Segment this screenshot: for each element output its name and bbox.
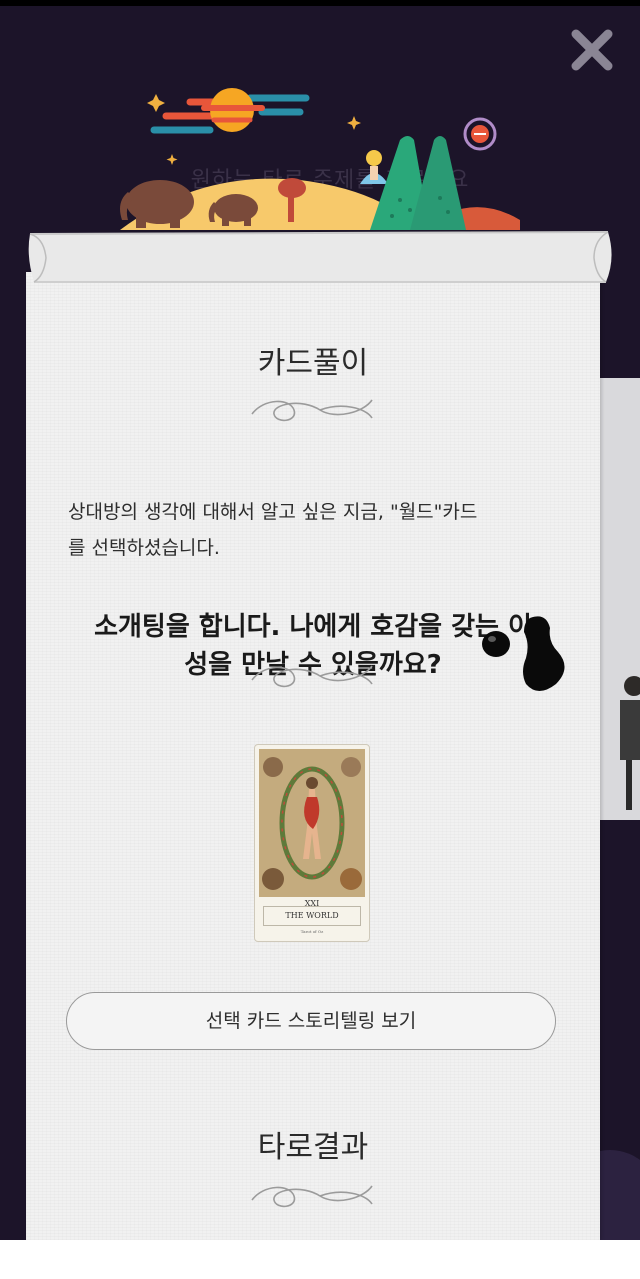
flourish-divider xyxy=(246,392,378,426)
ink-blot-icon xyxy=(482,616,565,691)
card-name: THE WORLD xyxy=(263,906,361,926)
status-strip xyxy=(0,0,640,6)
tarot-card[interactable]: XXI THE WORLD Tarot of Oz xyxy=(254,744,370,942)
background-person xyxy=(620,676,640,810)
flourish-divider xyxy=(246,658,378,692)
scroll-roll xyxy=(28,231,612,283)
storytelling-button[interactable]: 선택 카드 스토리텔링 보기 xyxy=(66,992,556,1050)
intro-line: 를 선택하셨습니다. xyxy=(68,537,220,559)
card-deck-name: Tarot of Oz xyxy=(300,929,324,934)
flourish-divider xyxy=(246,1178,378,1212)
character-icon xyxy=(360,150,388,184)
reading-title: 카드풀이 xyxy=(257,346,369,381)
app-screen: 원하는 타로 주제를 고르세요 카드풀이 상대방의 생각에 대해서 알고 싶은 … xyxy=(0,0,640,1240)
tarot-card-art xyxy=(259,749,365,897)
header-illustration xyxy=(120,88,520,230)
result-title: 타로결과 xyxy=(257,1130,369,1165)
result-scroll: 카드풀이 상대방의 생각에 대해서 알고 싶은 지금, "월드"카드 를 선택하… xyxy=(24,228,616,1240)
close-button[interactable] xyxy=(566,24,618,76)
reading-intro: 상대방의 생각에 대해서 알고 싶은 지금, "월드"카드 를 선택하셨습니다. xyxy=(68,494,568,566)
intro-line: 상대방의 생각에 대해서 알고 싶은 지금, "월드"카드 xyxy=(68,501,478,523)
result-text: 성공과 결실, 성취와 완성을 상징하는 월드카드 인 xyxy=(68,1232,568,1240)
scroll-paper: 카드풀이 상대방의 생각에 대해서 알고 싶은 지금, "월드"카드 를 선택하… xyxy=(26,272,600,1240)
close-icon xyxy=(571,29,613,71)
